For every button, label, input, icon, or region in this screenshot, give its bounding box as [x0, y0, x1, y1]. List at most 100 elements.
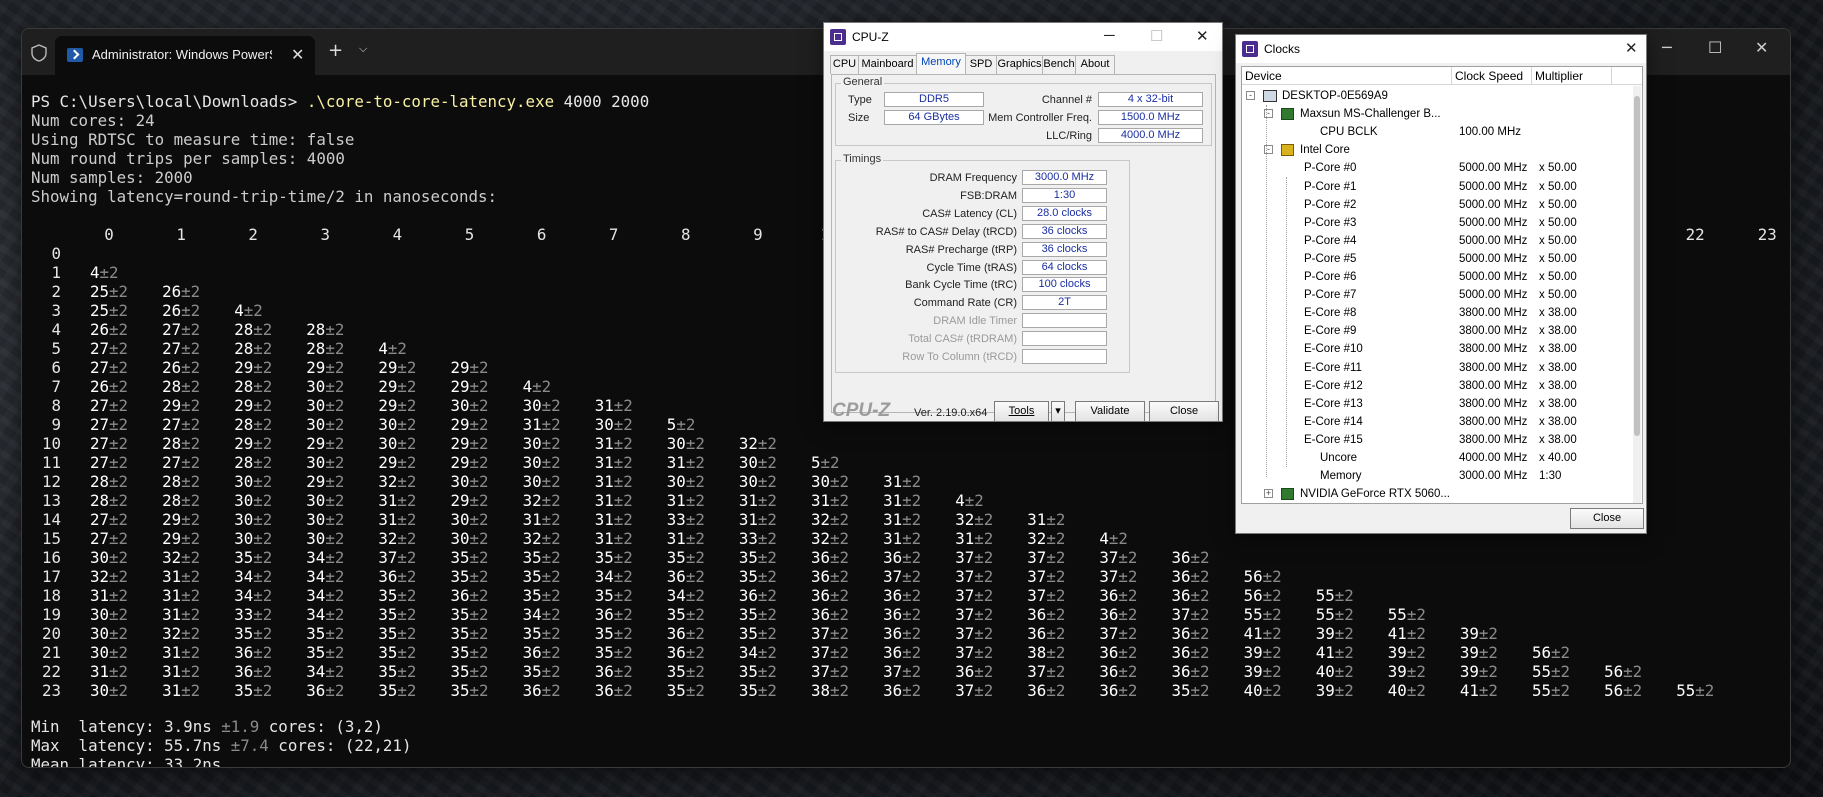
latency-value: 39 — [1459, 624, 1479, 643]
latency-value: 34 — [306, 548, 326, 567]
cpuz-window[interactable]: CPU-Z ─ ☐ ✕ CPU Mainboard Memory SPD Graphic… — [823, 22, 1223, 422]
latency-value: 4 — [955, 491, 965, 510]
tab-memory[interactable]: Memory — [916, 53, 966, 75]
maximize-icon[interactable]: ☐ — [1708, 38, 1722, 57]
clock-row[interactable]: E-Core #9 3800.00 MHz x 38.00 — [1242, 322, 1622, 340]
clock-row[interactable]: P-Core #0 5000.00 MHz x 50.00 — [1242, 159, 1622, 177]
clock-row[interactable]: E-Core #11 3800.00 MHz x 38.00 — [1242, 359, 1622, 377]
clock-row[interactable]: E-Core #10 3800.00 MHz x 38.00 — [1242, 340, 1622, 358]
timing-value: 28.0 clocks — [1022, 205, 1107, 221]
clock-row[interactable]: Uncore 4000.00 MHz x 40.00 — [1242, 449, 1622, 467]
clock-row[interactable]: E-Core #12 3800.00 MHz x 38.00 — [1242, 377, 1622, 395]
minimize-icon[interactable]: ─ — [1662, 38, 1672, 57]
latency-cell: 5±2 — [667, 415, 696, 434]
latency-value: 35 — [450, 681, 470, 700]
clock-row[interactable]: P-Core #5 5000.00 MHz x 50.00 — [1242, 250, 1622, 268]
plus-icon[interactable]: + — [328, 40, 343, 61]
clock-speed: 100.00 MHz — [1459, 126, 1522, 139]
tab-about[interactable]: About — [1075, 55, 1115, 74]
column-device[interactable]: Device — [1242, 67, 1452, 85]
clock-row[interactable]: P-Core #1 5000.00 MHz x 50.00 — [1242, 178, 1622, 196]
close-icon[interactable]: ✕ — [291, 45, 304, 64]
latency-cell: 31±2 — [595, 453, 633, 472]
tools-dropdown-icon[interactable]: ▾ — [1051, 401, 1065, 422]
latency-value: 34 — [666, 586, 686, 605]
latency-error: ±2 — [109, 301, 129, 320]
latency-error: ±2 — [253, 624, 273, 643]
latency-error: ±2 — [613, 681, 633, 700]
scrollbar[interactable] — [1633, 86, 1641, 503]
latency-value: 29 — [306, 434, 326, 453]
latency-error: ±2 — [1478, 643, 1498, 662]
latency-cell: 35±2 — [234, 681, 272, 700]
cpu-icon — [1281, 144, 1294, 157]
clock-row[interactable]: E-Core #14 3800.00 MHz x 38.00 — [1242, 413, 1622, 431]
latency-cell: 37±2 — [378, 548, 416, 567]
column-multiplier[interactable]: Multiplier — [1532, 67, 1612, 85]
close-icon[interactable]: ✕ — [1625, 39, 1638, 57]
clocks-window[interactable]: Clocks ✕ Device Clock Speed Multiplier -… — [1235, 34, 1647, 534]
cpuz-titlebar[interactable]: CPU-Z ─ ☐ ✕ — [824, 23, 1222, 51]
scrollbar-thumb[interactable] — [1634, 96, 1640, 436]
clock-row[interactable]: P-Core #6 5000.00 MHz x 50.00 — [1242, 268, 1622, 286]
latency-cell: 34±2 — [306, 567, 344, 586]
latency-value: 30 — [234, 529, 254, 548]
latency-error: ±2 — [541, 472, 561, 491]
latency-cell: 31±2 — [595, 434, 633, 453]
latency-error: ±2 — [541, 453, 561, 472]
latency-error: ±2 — [757, 567, 777, 586]
minimize-icon[interactable]: ─ — [1104, 27, 1115, 44]
tab-bench[interactable]: Bench — [1042, 55, 1076, 74]
latency-error: ±2 — [1478, 662, 1498, 681]
clock-row[interactable]: E-Core #15 3800.00 MHz x 38.00 — [1242, 431, 1622, 449]
clock-row[interactable]: P-Core #7 5000.00 MHz x 50.00 — [1242, 286, 1622, 304]
latency-error: ±2 — [685, 586, 705, 605]
clock-row[interactable]: Memory 3000.00 MHz 1:30 — [1242, 467, 1622, 485]
clock-row[interactable]: P-Core #2 5000.00 MHz x 50.00 — [1242, 196, 1622, 214]
tab-powershell[interactable]: Administrator: Windows PowerShell ✕ — [55, 36, 315, 75]
tab-mainboard[interactable]: Mainboard — [858, 55, 917, 74]
row-label: 8 — [51, 396, 61, 415]
collapse-icon[interactable]: - — [1246, 91, 1255, 100]
clock-row[interactable]: P-Core #3 5000.00 MHz x 50.00 — [1242, 214, 1622, 232]
validate-button[interactable]: Validate — [1075, 401, 1145, 422]
latency-cell: 36±2 — [234, 643, 272, 662]
clock-row[interactable]: CPU BCLK 100.00 MHz — [1242, 123, 1622, 141]
clock-row[interactable]: E-Core #8 3800.00 MHz x 38.00 — [1242, 304, 1622, 322]
close-button[interactable]: Close — [1570, 508, 1644, 529]
latency-error: ±2 — [397, 472, 417, 491]
clock-row[interactable]: + NVIDIA GeForce RTX 5060... — [1242, 485, 1622, 503]
clocks-titlebar[interactable]: Clocks ✕ — [1236, 35, 1646, 63]
latency-value: 56 — [1532, 643, 1552, 662]
clock-row[interactable]: - DESKTOP-0E569A9 — [1242, 87, 1622, 105]
clocks-list[interactable]: Device Clock Speed Multiplier - DESKTOP-0… — [1241, 66, 1643, 504]
close-icon[interactable]: ✕ — [1196, 27, 1209, 45]
latency-cell: 30±2 — [306, 491, 344, 510]
latency-cell: 35±2 — [451, 567, 489, 586]
latency-error: ±2 — [757, 662, 777, 681]
latency-value: 32 — [162, 624, 182, 643]
clock-row[interactable]: - Intel Core — [1242, 141, 1622, 159]
latency-cell: 32±2 — [162, 624, 200, 643]
clock-row[interactable]: E-Core #13 3800.00 MHz x 38.00 — [1242, 395, 1622, 413]
latency-error: ±2 — [1118, 586, 1138, 605]
window-close-icon[interactable]: ✕ — [1755, 38, 1768, 57]
latency-value: 56 — [1604, 662, 1624, 681]
tools-button[interactable]: Tools — [994, 401, 1049, 422]
multiplier: 1:30 — [1539, 470, 1562, 483]
chevron-down-icon[interactable]: ⌵ — [359, 42, 367, 56]
clock-row[interactable]: - Maxsun MS-Challenger B... — [1242, 105, 1622, 123]
latency-error: ±2 — [1046, 529, 1066, 548]
column-clock-speed[interactable]: Clock Speed — [1452, 67, 1532, 85]
tab-cpu[interactable]: CPU — [830, 55, 859, 74]
clock-row[interactable]: P-Core #4 5000.00 MHz x 50.00 — [1242, 232, 1622, 250]
expand-icon[interactable]: + — [1264, 489, 1273, 499]
latency-error: ±2 — [181, 358, 201, 377]
close-button[interactable]: Close — [1149, 401, 1219, 422]
tab-graphics[interactable]: Graphics — [996, 55, 1043, 74]
shield-icon[interactable] — [31, 44, 47, 62]
latency-cell: 35±2 — [378, 662, 416, 681]
tab-spd[interactable]: SPD — [965, 55, 997, 74]
latency-value: 34 — [306, 586, 326, 605]
latency-value: 30 — [378, 415, 398, 434]
